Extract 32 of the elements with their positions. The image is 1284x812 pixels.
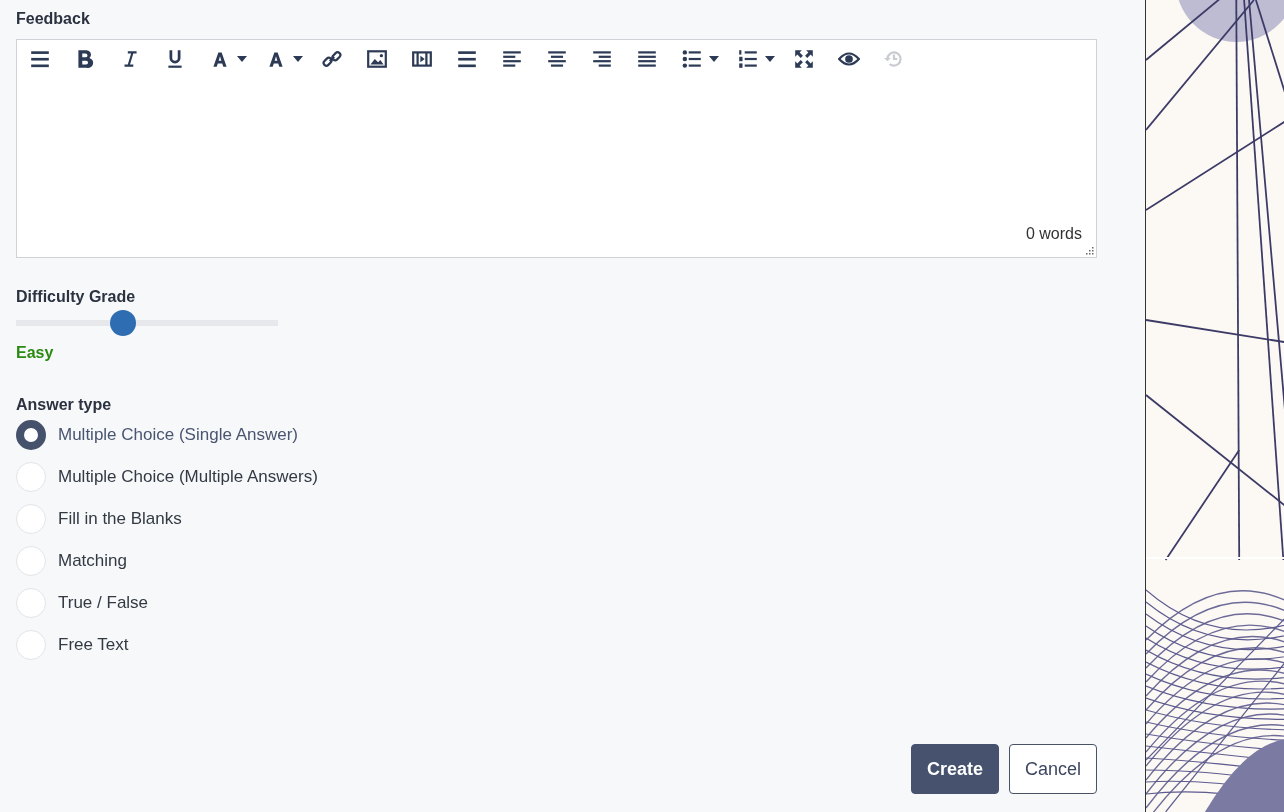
radio-label[interactable]: True / False [58,593,149,613]
slider-thumb[interactable] [110,310,137,336]
paragraph-icon [29,48,51,70]
radio-label[interactable]: Multiple Choice (Multiple Answers) [58,467,318,487]
rich-text-editor[interactable]: 0 words [16,39,1097,258]
cancel-button[interactable]: Cancel [1008,744,1097,794]
paragraph-icon [456,48,478,70]
align-center-icon [546,48,568,70]
difficulty-value: Easy [16,344,55,362]
feedback-label: Feedback [16,10,91,28]
radio-button[interactable] [16,420,46,450]
radio-label[interactable]: Multiple Choice (Single Answer) [58,425,298,445]
align-left-icon [501,48,523,70]
word-count: 0 words [1025,225,1082,243]
justify-icon [636,48,658,70]
fullscreen-icon [793,48,815,70]
link-icon [321,48,343,70]
numbered-list-button[interactable] [737,47,775,71]
image-icon [366,48,388,70]
radio-label[interactable]: Matching [58,551,127,571]
align-right-icon [591,48,613,70]
bullet-list-button[interactable] [681,47,719,71]
create-button[interactable]: Create [910,744,999,794]
radio-label[interactable]: Free Text [58,635,129,655]
history-icon [883,48,905,70]
resize-grip-icon[interactable] [1084,245,1094,255]
radio-label[interactable]: Fill in the Blanks [58,509,182,529]
film-icon [411,48,433,70]
bullet-list-icon [681,48,703,70]
difficulty-label: Difficulty Grade [16,288,137,306]
numbered-list-icon [737,48,759,70]
answer-type-label: Answer type [16,396,113,414]
